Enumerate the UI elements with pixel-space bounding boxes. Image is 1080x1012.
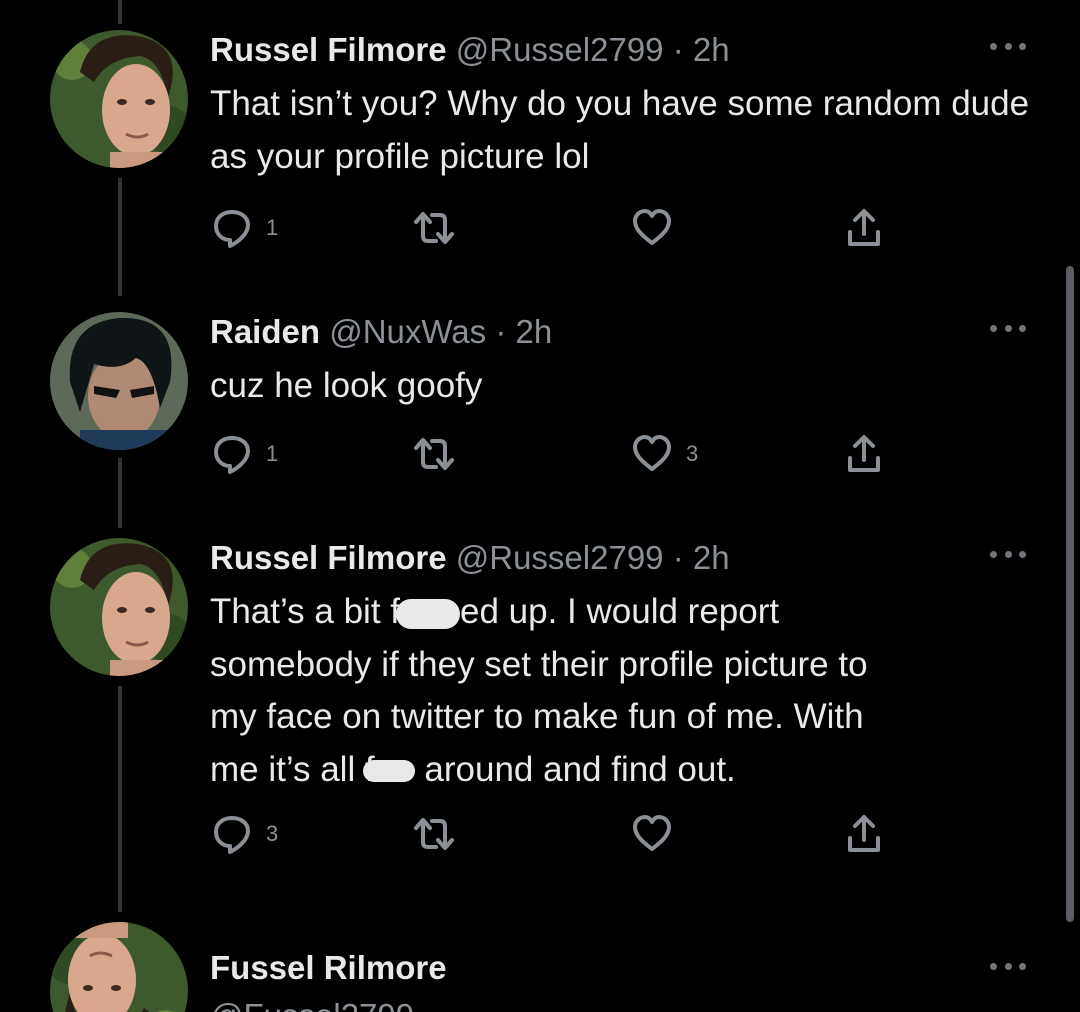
share-button[interactable] <box>844 208 884 248</box>
tweet-header-handle: @Fussel2799 <box>210 996 414 1012</box>
display-name[interactable]: Russel Filmore <box>210 539 447 576</box>
reply-icon <box>212 814 252 854</box>
heart-icon <box>632 434 672 474</box>
tweet-actions: 1 3 <box>212 434 892 474</box>
text-line: my face on twitter to make fun of me. Wi… <box>210 697 864 736</box>
reply-button[interactable]: 3 <box>212 814 278 854</box>
tweet-text: That isn’t you? Why do you have some ran… <box>210 84 1030 176</box>
share-button[interactable] <box>844 434 884 474</box>
tweet-text: That’s a bit f ed up. I would report some… <box>210 586 1030 796</box>
tweet-header: Russel Filmore @Russel2799 · 2h <box>210 30 730 70</box>
tweet[interactable]: Fussel Rilmore @Fussel2799 <box>0 922 1080 1012</box>
handle[interactable]: @Russel2799 <box>456 539 664 576</box>
reply-icon <box>212 434 252 474</box>
separator: · <box>672 539 684 576</box>
more-icon[interactable] <box>990 318 1026 338</box>
reply-button[interactable]: 1 <box>212 208 278 248</box>
reply-count: 1 <box>266 441 279 466</box>
reply-button[interactable]: 1 <box>212 434 278 474</box>
handle[interactable]: @NuxWas <box>329 313 486 350</box>
more-icon[interactable] <box>990 544 1026 564</box>
separator: · <box>672 31 684 68</box>
tweet-header: Fussel Rilmore <box>210 948 447 988</box>
retweet-button[interactable] <box>412 814 470 854</box>
timestamp[interactable]: 2h <box>516 313 553 350</box>
avatar[interactable] <box>50 538 188 676</box>
redaction-mark <box>396 598 461 629</box>
retweet-icon <box>412 434 456 474</box>
reply-count: 3 <box>266 821 279 846</box>
text-line: That’s a bit f ed up. I would report <box>210 586 1030 639</box>
tweet-header: Raiden @NuxWas · 2h <box>210 312 552 352</box>
retweet-button[interactable] <box>412 208 470 248</box>
avatar[interactable] <box>50 30 188 168</box>
more-icon[interactable] <box>990 956 1026 976</box>
reply-count: 1 <box>266 215 279 240</box>
share-icon <box>844 208 884 248</box>
display-name[interactable]: Raiden <box>210 313 320 350</box>
handle[interactable]: @Fussel2799 <box>210 997 414 1012</box>
thread-line <box>118 0 122 24</box>
share-icon <box>844 434 884 474</box>
display-name[interactable]: Russel Filmore <box>210 31 447 68</box>
redaction-mark <box>362 760 415 783</box>
tweet-header: Russel Filmore @Russel2799 · 2h <box>210 538 730 578</box>
timestamp[interactable]: 2h <box>693 31 730 68</box>
like-button[interactable] <box>632 208 686 248</box>
avatar[interactable] <box>50 312 188 450</box>
retweet-button[interactable] <box>412 434 470 474</box>
tweet-actions: 1 <box>212 208 892 248</box>
share-icon <box>844 814 884 854</box>
tweet[interactable]: Russel Filmore @Russel2799 · 2h That’s a… <box>0 538 1080 868</box>
share-button[interactable] <box>844 814 884 854</box>
tweet-text: cuz he look goofy <box>210 366 483 405</box>
scrollbar[interactable] <box>1066 266 1074 922</box>
more-icon[interactable] <box>990 36 1026 56</box>
text-line: somebody if they set their profile pictu… <box>210 644 868 684</box>
tweet-actions: 3 <box>212 814 892 854</box>
text-segment: around and find out. <box>414 749 736 789</box>
text-segment: That’s a bit f <box>210 592 401 631</box>
timestamp[interactable]: 2h <box>693 539 730 576</box>
like-count: 3 <box>686 441 699 466</box>
retweet-icon <box>412 208 456 248</box>
like-button[interactable]: 3 <box>632 434 698 474</box>
tweet[interactable]: Russel Filmore @Russel2799 · 2h That isn… <box>0 30 1080 260</box>
separator: · <box>495 313 507 350</box>
text-segment: ed up. I would report <box>460 592 780 631</box>
text-segment: me it’s all f <box>210 749 375 789</box>
heart-icon <box>632 208 672 248</box>
avatar[interactable] <box>50 922 188 1012</box>
display-name[interactable]: Fussel Rilmore <box>210 949 447 986</box>
handle[interactable]: @Russel2799 <box>456 31 664 68</box>
heart-icon <box>632 814 672 854</box>
text-line: me it’s all f around and find out. <box>210 744 1030 797</box>
retweet-icon <box>412 814 456 854</box>
reply-icon <box>212 208 252 248</box>
like-button[interactable] <box>632 814 686 854</box>
tweet[interactable]: Raiden @NuxWas · 2h cuz he look goofy 1 … <box>0 312 1080 512</box>
